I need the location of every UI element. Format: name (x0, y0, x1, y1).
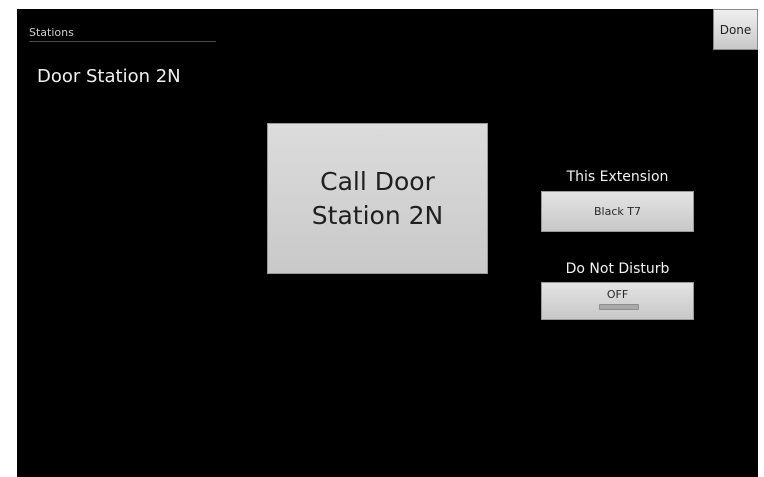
done-button[interactable]: Done (713, 9, 758, 50)
do-not-disturb-toggle[interactable]: OFF (541, 282, 694, 320)
stations-header: Stations (29, 26, 216, 42)
dnd-state-text: OFF (606, 288, 629, 301)
extension-select-button[interactable]: Black T7 (541, 191, 694, 232)
do-not-disturb-label: Do Not Disturb (565, 261, 670, 277)
app-screen: Stations Door Station 2N Done Call Door … (17, 9, 758, 477)
station-item-door-station-2n[interactable]: Door Station 2N (37, 66, 181, 87)
this-extension-label: This Extension (566, 169, 669, 185)
call-station-button[interactable]: Call Door Station 2N (267, 123, 488, 274)
toggle-indicator-icon (599, 304, 639, 310)
